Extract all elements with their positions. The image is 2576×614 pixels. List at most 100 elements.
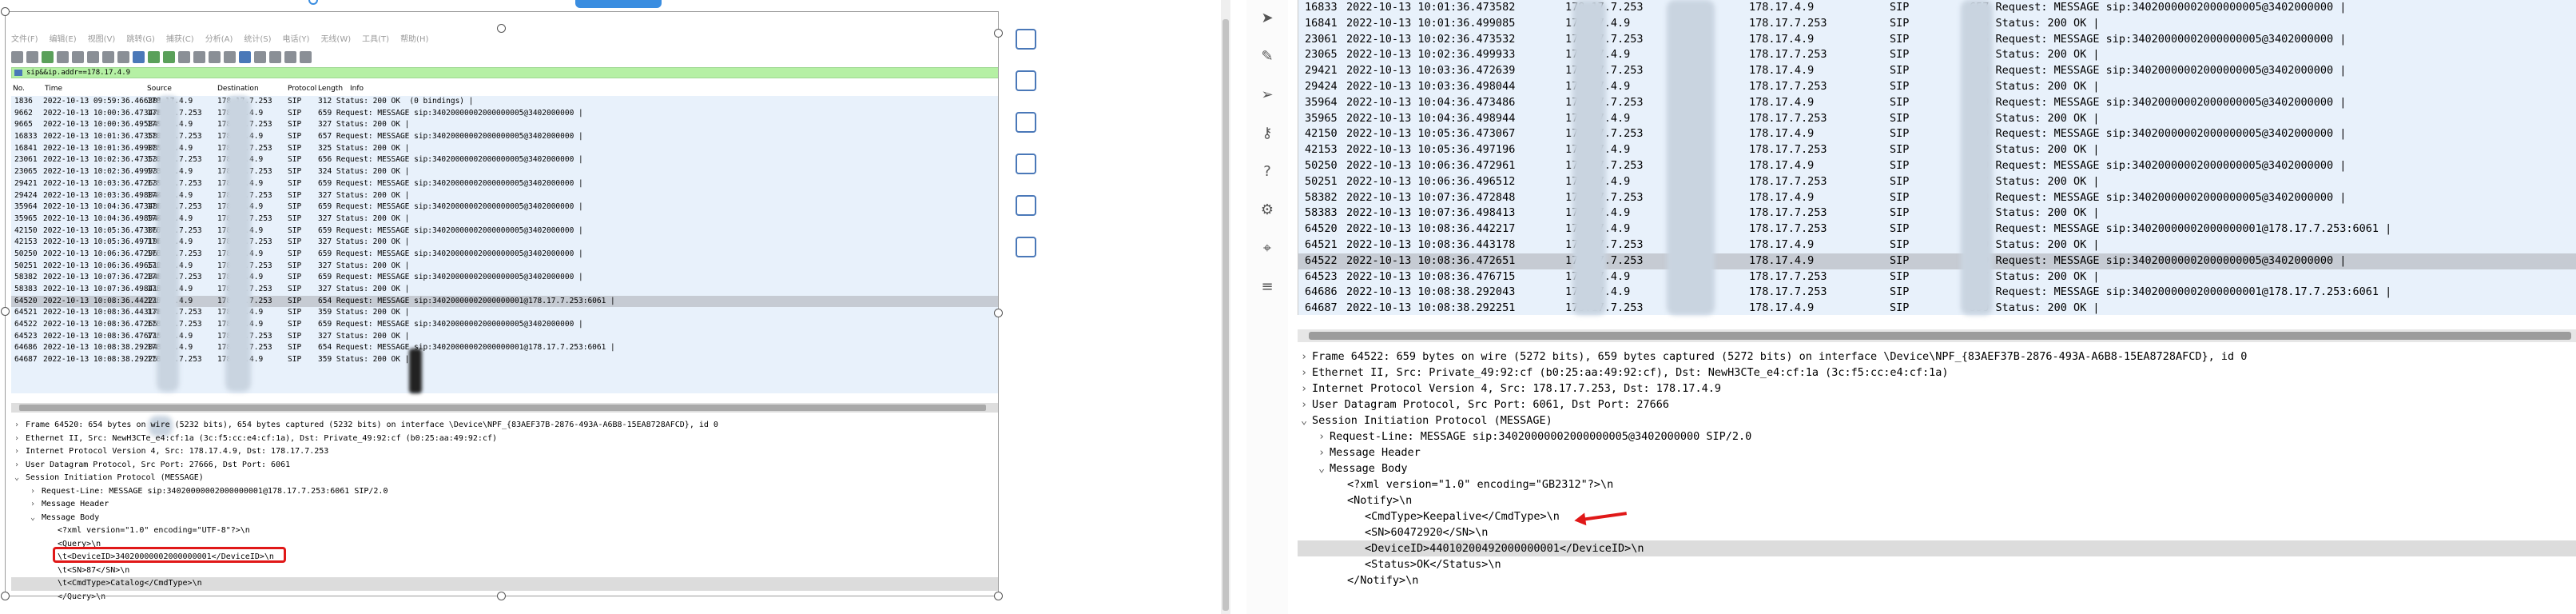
page-scrollbar[interactable] bbox=[1221, 0, 1230, 614]
pen-icon[interactable]: ✎ bbox=[1258, 48, 1276, 66]
table-row[interactable]: 230652022-10-13 10:02:36.499933178.17.4.… bbox=[1298, 47, 2576, 63]
expand-right-icon[interactable]: › bbox=[1301, 365, 1312, 381]
resize-handle[interactable] bbox=[1, 592, 10, 600]
cell-info: 656 Request: MESSAGE sip:340200000020000… bbox=[1970, 32, 2347, 46]
detail-line[interactable]: <DeviceID>44010200492000000001</DeviceID… bbox=[1298, 540, 2576, 556]
table-row[interactable]: 502512022-10-13 10:06:36.496512178.17.4.… bbox=[1298, 174, 2576, 190]
cell-info: 659 Request: MESSAGE sip:340200000020000… bbox=[1970, 64, 2347, 78]
table-row[interactable]: 583832022-10-13 10:07:36.498413178.17.4.… bbox=[1298, 205, 2576, 221]
translate-icon[interactable] bbox=[1016, 29, 1036, 50]
detail-line[interactable]: › User Datagram Protocol, Src Port: 6061,… bbox=[1298, 397, 2576, 413]
cell-dst: 178.17.7.253 bbox=[1749, 269, 1827, 283]
table-row[interactable]: 646872022-10-13 10:08:38.292251178.17.7.… bbox=[1298, 301, 2576, 317]
table-row[interactable]: 583822022-10-13 10:07:36.472848178.17.7.… bbox=[1298, 190, 2576, 206]
cell-proto: SIP bbox=[1890, 206, 1910, 220]
table-row[interactable]: 645232022-10-13 10:08:36.476715178.17.4.… bbox=[1298, 269, 2576, 285]
cell-dst: 178.17.7.253 bbox=[1749, 206, 1827, 220]
detail-text: Ethernet II, Src: Private_49:92:cf (b0:2… bbox=[1312, 366, 1949, 379]
cell-dst: 178.17.7.253 bbox=[1749, 222, 1827, 236]
table-row[interactable]: 646862022-10-13 10:08:38.292043178.17.4.… bbox=[1298, 285, 2576, 301]
detail-line[interactable]: <Notify>\n bbox=[1298, 492, 2576, 508]
cell-dst: 178.17.4.9 bbox=[1749, 95, 1815, 109]
cell-dst: 178.17.4.9 bbox=[1749, 32, 1815, 46]
resize-handle[interactable] bbox=[1, 307, 10, 316]
detail-line[interactable]: <SN>60472920</SN>\n bbox=[1298, 524, 2576, 540]
expand-down-icon[interactable]: ⌄ bbox=[1301, 413, 1312, 429]
detail-line[interactable]: › Request-Line: MESSAGE sip:3402000000200… bbox=[1298, 429, 2576, 445]
resize-handle[interactable] bbox=[994, 29, 1003, 38]
zoom-icon[interactable] bbox=[1016, 70, 1036, 91]
right-wireshark-window: 16833 2022-10-13 10:01:36.473582 178.17.7.… bbox=[1291, 0, 2576, 614]
resize-handle[interactable] bbox=[497, 24, 506, 33]
crop-icon[interactable] bbox=[1016, 112, 1036, 133]
detail-line[interactable]: <?xml version="1.0" encoding="GB2312"?>\… bbox=[1298, 476, 2576, 492]
cell-time: 2022-10-13 10:05:36.497196 bbox=[1346, 143, 1516, 157]
cell-no: 64522 bbox=[1305, 253, 1338, 267]
cell-time: 2022-10-13 10:04:36.473486 bbox=[1346, 95, 1516, 109]
cell-no: 42150 bbox=[1305, 127, 1338, 141]
rocket-icon[interactable]: ➤ bbox=[1258, 10, 1276, 27]
detail-line[interactable]: ⌄ Session Initiation Protocol (MESSAGE) bbox=[1298, 413, 2576, 429]
detail-line[interactable]: <Status>OK</Status>\n bbox=[1298, 556, 2576, 572]
expand-right-icon[interactable]: › bbox=[1318, 429, 1330, 445]
detail-line[interactable]: ⌄ Message Body bbox=[1298, 460, 2576, 476]
help-icon[interactable]: ? bbox=[1258, 163, 1276, 181]
expand-right-icon[interactable]: › bbox=[1301, 381, 1312, 397]
cell-proto: SIP bbox=[1890, 222, 1910, 236]
detail-text: <DeviceID>44010200492000000001</DeviceID… bbox=[1365, 542, 1644, 555]
table-row[interactable]: 645202022-10-13 10:08:36.442217178.17.4.… bbox=[1298, 221, 2576, 237]
table-row[interactable]: 645212022-10-13 10:08:36.443178178.17.7.… bbox=[1298, 237, 2576, 253]
location-icon[interactable]: ⌖ bbox=[1258, 240, 1276, 257]
table-row[interactable]: 294212022-10-13 10:03:36.472639178.17.7.… bbox=[1298, 63, 2576, 79]
table-row[interactable]: 421502022-10-13 10:05:36.473067178.17.7.… bbox=[1298, 126, 2576, 142]
resize-handle[interactable] bbox=[497, 592, 506, 600]
top-radio-control[interactable] bbox=[308, 0, 318, 5]
blur-mask bbox=[1961, 0, 1993, 315]
table-row[interactable]: 359652022-10-13 10:04:36.498944178.17.4.… bbox=[1298, 111, 2576, 127]
top-action-button[interactable] bbox=[575, 0, 662, 8]
cell-proto: SIP bbox=[1890, 285, 1910, 299]
expand-right-icon[interactable]: › bbox=[1318, 445, 1330, 460]
table-row[interactable]: 645222022-10-13 10:08:36.472651178.17.7.… bbox=[1298, 253, 2576, 269]
expand-right-icon[interactable]: › bbox=[1301, 349, 1312, 365]
table-row[interactable]: 294242022-10-13 10:03:36.498044178.17.4.… bbox=[1298, 79, 2576, 95]
cell-dst: 178.17.7.253 bbox=[1749, 111, 1827, 125]
table-row[interactable]: 168332022-10-13 10:01:36.473582178.17.7.… bbox=[1298, 0, 2576, 16]
detail-line[interactable]: <CmdType>Keepalive</CmdType>\n bbox=[1298, 508, 2576, 524]
key-icon[interactable]: ⚷ bbox=[1258, 125, 1276, 142]
packet-list-scrollbar[interactable] bbox=[1298, 329, 2576, 342]
ocr-icon[interactable] bbox=[1016, 195, 1036, 216]
detail-line[interactable]: › Ethernet II, Src: Private_49:92:cf (b0:… bbox=[1298, 365, 2576, 381]
detail-line[interactable]: › Message Header bbox=[1298, 445, 2576, 460]
table-row[interactable]: 359642022-10-13 10:04:36.473486178.17.7.… bbox=[1298, 95, 2576, 111]
detail-line[interactable]: › Internet Protocol Version 4, Src: 178.1… bbox=[1298, 381, 2576, 397]
cell-proto: SIP bbox=[1890, 253, 1910, 267]
cell-time: 2022-10-13 10:02:36.499933 bbox=[1346, 48, 1516, 62]
copy-icon[interactable] bbox=[1016, 154, 1036, 174]
cell-proto: SIP bbox=[1890, 158, 1910, 172]
table-row[interactable]: 168412022-10-13 10:01:36.499085178.17.4.… bbox=[1298, 16, 2576, 32]
detail-text: Message Header bbox=[1330, 446, 1421, 459]
cell-no: 64520 bbox=[1305, 222, 1338, 236]
book-icon[interactable]: ≡ bbox=[1258, 278, 1276, 296]
more-icon[interactable] bbox=[1016, 237, 1036, 257]
resize-handle[interactable] bbox=[1, 7, 10, 16]
robot-icon[interactable]: ⚙ bbox=[1258, 201, 1276, 219]
expand-down-icon[interactable]: ⌄ bbox=[1318, 460, 1330, 476]
table-row[interactable]: 230612022-10-13 10:02:36.473532178.17.7.… bbox=[1298, 32, 2576, 48]
cell-time: 2022-10-13 10:03:36.498044 bbox=[1346, 79, 1516, 93]
resize-handle[interactable] bbox=[994, 592, 1003, 600]
table-row[interactable]: 421532022-10-13 10:05:36.497196178.17.4.… bbox=[1298, 142, 2576, 158]
cell-dst: 178.17.4.9 bbox=[1749, 127, 1815, 141]
cell-no: 64687 bbox=[1305, 301, 1338, 315]
table-row[interactable]: 502502022-10-13 10:06:36.472961178.17.7.… bbox=[1298, 158, 2576, 174]
detail-line[interactable]: </Notify>\n bbox=[1298, 572, 2576, 588]
cursor-icon[interactable]: ➢ bbox=[1258, 86, 1276, 104]
cell-dst: 178.17.7.253 bbox=[1749, 143, 1827, 157]
detail-line[interactable]: › Frame 64522: 659 bytes on wire (5272 bi… bbox=[1298, 349, 2576, 365]
cell-info: 654 Request: MESSAGE sip:340200000020000… bbox=[1970, 285, 2392, 299]
cell-proto: SIP bbox=[1890, 1, 1910, 14]
resize-handle[interactable] bbox=[994, 309, 1003, 317]
cell-no: 35965 bbox=[1305, 111, 1338, 125]
expand-right-icon[interactable]: › bbox=[1301, 397, 1312, 413]
